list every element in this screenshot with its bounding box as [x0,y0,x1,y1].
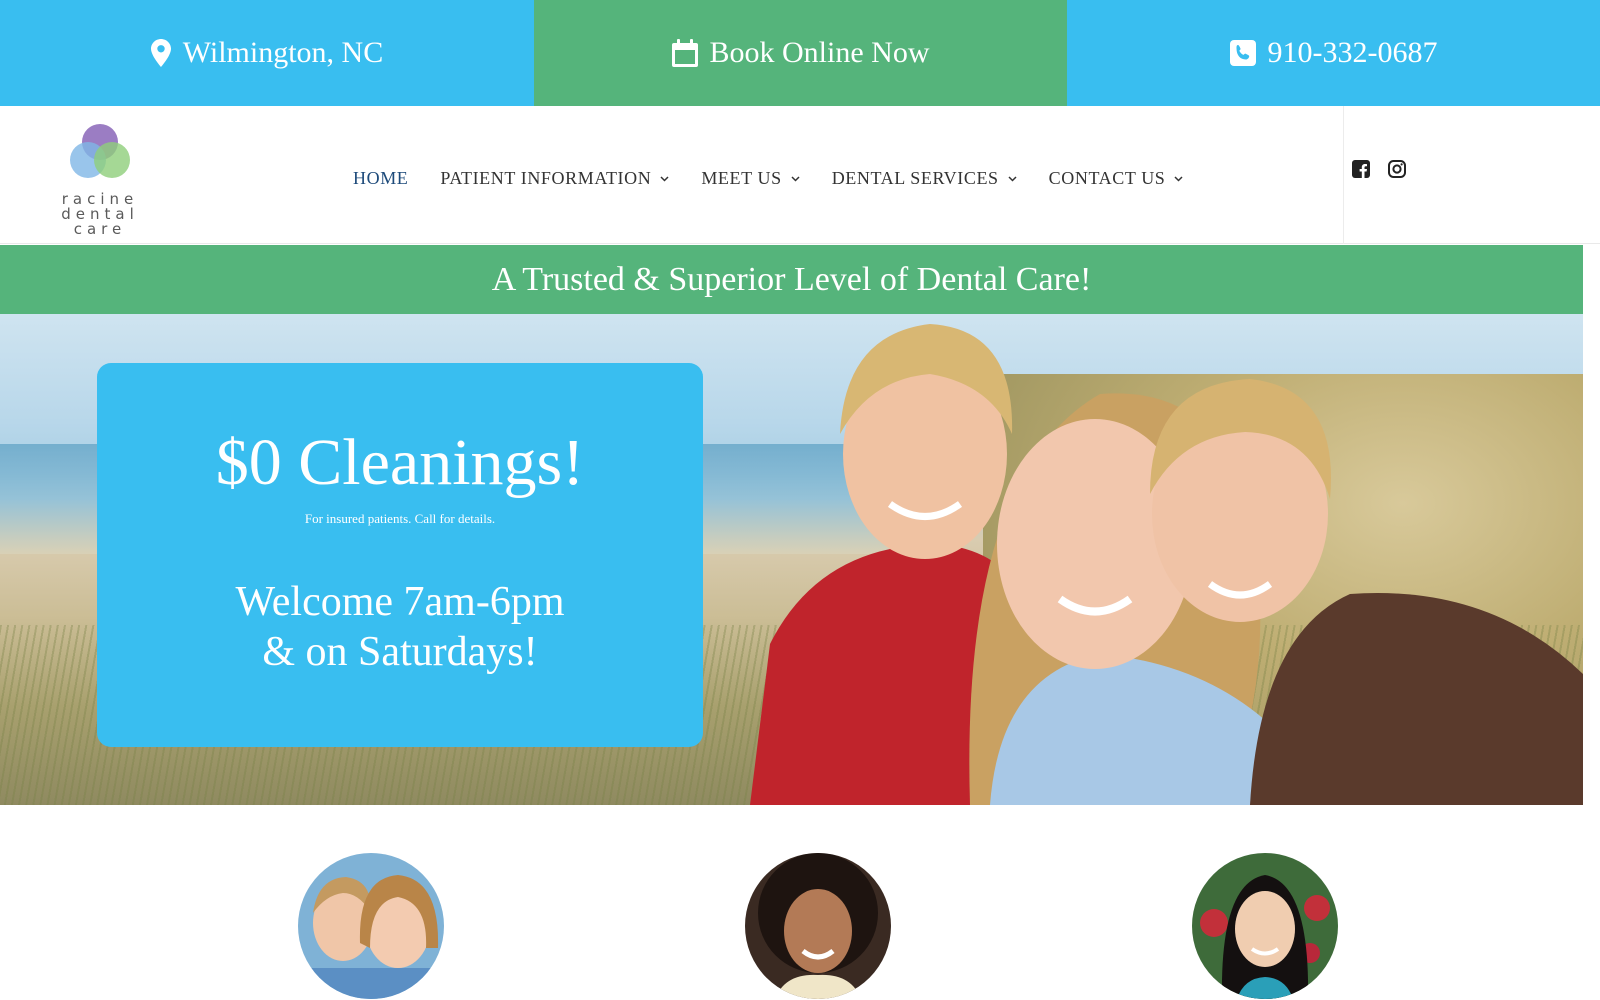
main-nav: HOME PATIENT INFORMATION MEET US DENTAL … [353,168,1215,189]
map-pin-icon [150,39,171,67]
tagline-banner: A Trusted & Superior Level of Dental Car… [0,245,1583,314]
phone-number: 910-332-0687 [1267,36,1438,69]
woman-portrait-photo [1192,853,1338,999]
kids-photo [298,853,444,999]
promo-subtitle: For insured patients. Call for details. [304,511,496,526]
chevron-down-icon [1174,175,1183,182]
nav-item-label: CONTACT US [1048,168,1166,188]
book-online-button[interactable]: Book Online Now [534,0,1067,106]
phone-icon [1229,40,1256,66]
nav-item-label: HOME [353,168,409,188]
logo[interactable]: racine dental care [50,120,150,237]
chevron-down-icon [660,175,669,182]
promo-card: $0 Cleanings! For insured patients. Call… [97,363,703,747]
promo-title: $0 Cleanings! [215,426,585,499]
logo-circles-icon [70,124,130,178]
woman-curly-hair-photo-circle[interactable] [745,853,891,999]
nav-item-dental-services[interactable]: DENTAL SERVICES [832,168,1017,189]
promo-hours: Welcome 7am-6pm & on Saturdays! [97,577,703,677]
hero-section: $0 Cleanings! For insured patients. Call… [0,314,1583,805]
location-link[interactable]: Wilmington, NC [0,0,534,106]
site-header: racine dental care HOME PATIENT INFORMAT… [0,106,1600,244]
logo-line-3: care [73,220,127,238]
nav-item-meet-us[interactable]: MEET US [701,168,800,189]
calendar-icon [671,39,698,67]
social-links [1352,160,1424,180]
facebook-icon[interactable] [1352,160,1372,180]
chevron-down-icon [1008,175,1017,182]
nav-item-label: DENTAL SERVICES [831,168,999,188]
kids-photo-circle[interactable] [298,853,444,999]
top-bar: Wilmington, NC Book Online Now 910-332-0… [0,0,1600,106]
tagline-text: A Trusted & Superior Level of Dental Car… [491,260,1092,298]
chevron-down-icon [791,175,800,182]
book-online-label: Book Online Now [709,36,930,69]
woman-portrait-photo-circle[interactable] [1192,853,1338,999]
nav-item-contact-us[interactable]: CONTACT US [1049,168,1184,189]
location-text: Wilmington, NC [182,36,384,69]
nav-item-patient-information[interactable]: PATIENT INFORMATION [440,168,669,189]
family-photo [750,324,1583,805]
phone-link[interactable]: 910-332-0687 [1067,0,1600,106]
nav-item-label: PATIENT INFORMATION [440,168,652,188]
woman-curly-hair-photo [745,853,891,999]
nav-item-label: MEET US [701,168,782,188]
instagram-icon[interactable] [1388,160,1408,180]
promo-hours-line-1: Welcome 7am-6pm [235,579,565,625]
logo-text: racine dental care [50,192,150,237]
header-divider [1343,106,1344,244]
nav-item-home[interactable]: HOME [353,168,408,189]
promo-hours-line-2: & on Saturdays! [262,629,538,675]
